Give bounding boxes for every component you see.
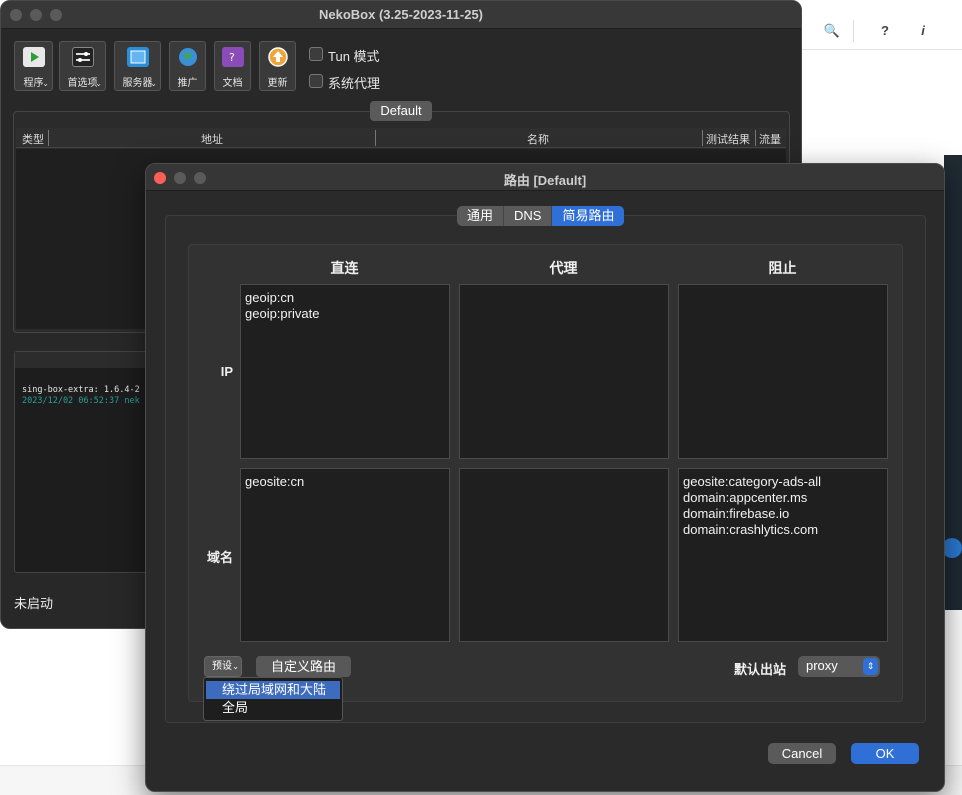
docs-icon: ? [221, 47, 244, 67]
help-icon[interactable]: ? [876, 22, 894, 40]
server-button[interactable]: 服务器 ⌄ [114, 41, 161, 91]
chevron-down-icon: ⌄ [95, 79, 102, 88]
main-titlebar: NekoBox (3.25-2023-11-25) [1, 1, 801, 29]
column-proxy: 代理 [549, 260, 578, 276]
chevron-down-icon: ⌄ [150, 79, 157, 88]
log-line: sing-box-extra: 1.6.4-2 [22, 385, 140, 395]
rule-line: domain:firebase.io [683, 506, 790, 521]
program-button[interactable]: 程序 ⌄ [14, 41, 53, 91]
update-icon [267, 47, 289, 67]
preset-dropdown-button[interactable]: 预设 ⌄ [204, 656, 242, 677]
tab-simple-route[interactable]: 简易路由 [552, 206, 625, 226]
default-outbound-label: 默认出站 [734, 662, 787, 677]
domain-block-textarea[interactable]: geosite:category-ads-all domain:appcente… [678, 468, 888, 642]
tab-general[interactable]: 通用 [457, 206, 505, 226]
column-test-result[interactable]: 测试结果 [706, 131, 750, 147]
update-button[interactable]: 更新 [259, 41, 296, 91]
column-name[interactable]: 名称 [527, 131, 549, 147]
preferences-button[interactable]: 首选项 ⌄ [59, 41, 106, 91]
chevron-updown-icon: ⇕ [863, 658, 878, 675]
chevron-down-icon: ⌄ [42, 79, 49, 88]
tab-dns[interactable]: DNS [504, 206, 553, 226]
route-dialog: 路由 [Default] 通用 DNS 简易路由 直连 代理 阻止 IP 域名 … [145, 163, 945, 792]
update-label: 更新 [267, 78, 288, 89]
domain-proxy-textarea[interactable] [459, 468, 669, 642]
docs-label: 文档 [222, 78, 243, 89]
ip-direct-textarea[interactable]: geoip:cn geoip:private [240, 284, 450, 459]
row-label-domain: 域名 [206, 550, 233, 565]
column-divider [755, 130, 756, 146]
group-tab-default[interactable]: Default [370, 101, 432, 121]
docs-button[interactable]: ? 文档 [214, 41, 251, 91]
dialog-tab-bar: 通用 DNS 简易路由 [457, 206, 625, 226]
custom-route-button[interactable]: 自定义路由 [256, 656, 351, 677]
column-direct: 直连 [330, 260, 359, 276]
globe-icon [177, 47, 199, 67]
default-outbound-value: proxy [806, 658, 838, 673]
play-icon [22, 47, 45, 67]
promote-label: 推广 [177, 78, 198, 89]
preset-label: 预设 [212, 661, 232, 672]
column-address[interactable]: 地址 [201, 131, 223, 147]
svg-text:?: ? [229, 51, 235, 64]
ok-button[interactable]: OK [851, 743, 919, 764]
column-divider [375, 130, 376, 146]
column-divider [702, 130, 703, 146]
column-divider [48, 130, 49, 146]
system-proxy-box[interactable] [309, 74, 323, 88]
server-icon [126, 47, 149, 67]
promote-button[interactable]: 推广 [169, 41, 206, 91]
ip-proxy-textarea[interactable] [459, 284, 669, 459]
chevron-down-icon: ⌄ [232, 662, 239, 671]
rule-line: geosite:cn [245, 474, 305, 489]
info-icon[interactable]: i [914, 22, 932, 40]
background-button [942, 538, 962, 558]
preferences-icon [71, 47, 94, 67]
status-text: 未启动 [14, 596, 54, 611]
column-block: 阻止 [768, 260, 797, 276]
domain-direct-textarea[interactable]: geosite:cn [240, 468, 450, 642]
menu-item-bypass-lan-cn[interactable]: 绕过局域网和大陆 [206, 681, 340, 699]
rule-line: geoip:cn [245, 290, 295, 305]
dialog-title: 路由 [Default] [503, 173, 587, 188]
toolbar-divider [853, 20, 854, 42]
default-outbound-select[interactable]: proxy ⇕ [798, 656, 880, 677]
rule-line: domain:appcenter.ms [683, 490, 808, 505]
server-table-header: 类型 地址 名称 测试结果 流量 [16, 128, 786, 148]
system-proxy-label: 系统代理 [328, 76, 381, 91]
tun-mode-box[interactable] [309, 47, 323, 61]
column-type[interactable]: 类型 [22, 131, 44, 147]
column-traffic[interactable]: 流量 [759, 131, 781, 147]
log-line: 2023/12/02 06:52:37 nek [22, 396, 140, 406]
menu-item-global[interactable]: 全局 [206, 699, 340, 717]
tun-mode-label: Tun 模式 [328, 49, 380, 64]
cancel-button[interactable]: Cancel [768, 743, 836, 764]
rule-line: domain:crashlytics.com [683, 522, 819, 537]
search-icon[interactable]: 🔍 [823, 22, 841, 40]
row-label-ip: IP [220, 364, 233, 379]
main-window-title: NekoBox (3.25-2023-11-25) [318, 7, 484, 22]
dialog-titlebar: 路由 [Default] [146, 164, 944, 191]
rule-line: geosite:category-ads-all [683, 474, 822, 489]
ip-block-textarea[interactable] [678, 284, 888, 459]
rule-line: geoip:private [245, 306, 320, 321]
preset-menu: 绕过局域网和大陆 全局 [203, 677, 343, 721]
